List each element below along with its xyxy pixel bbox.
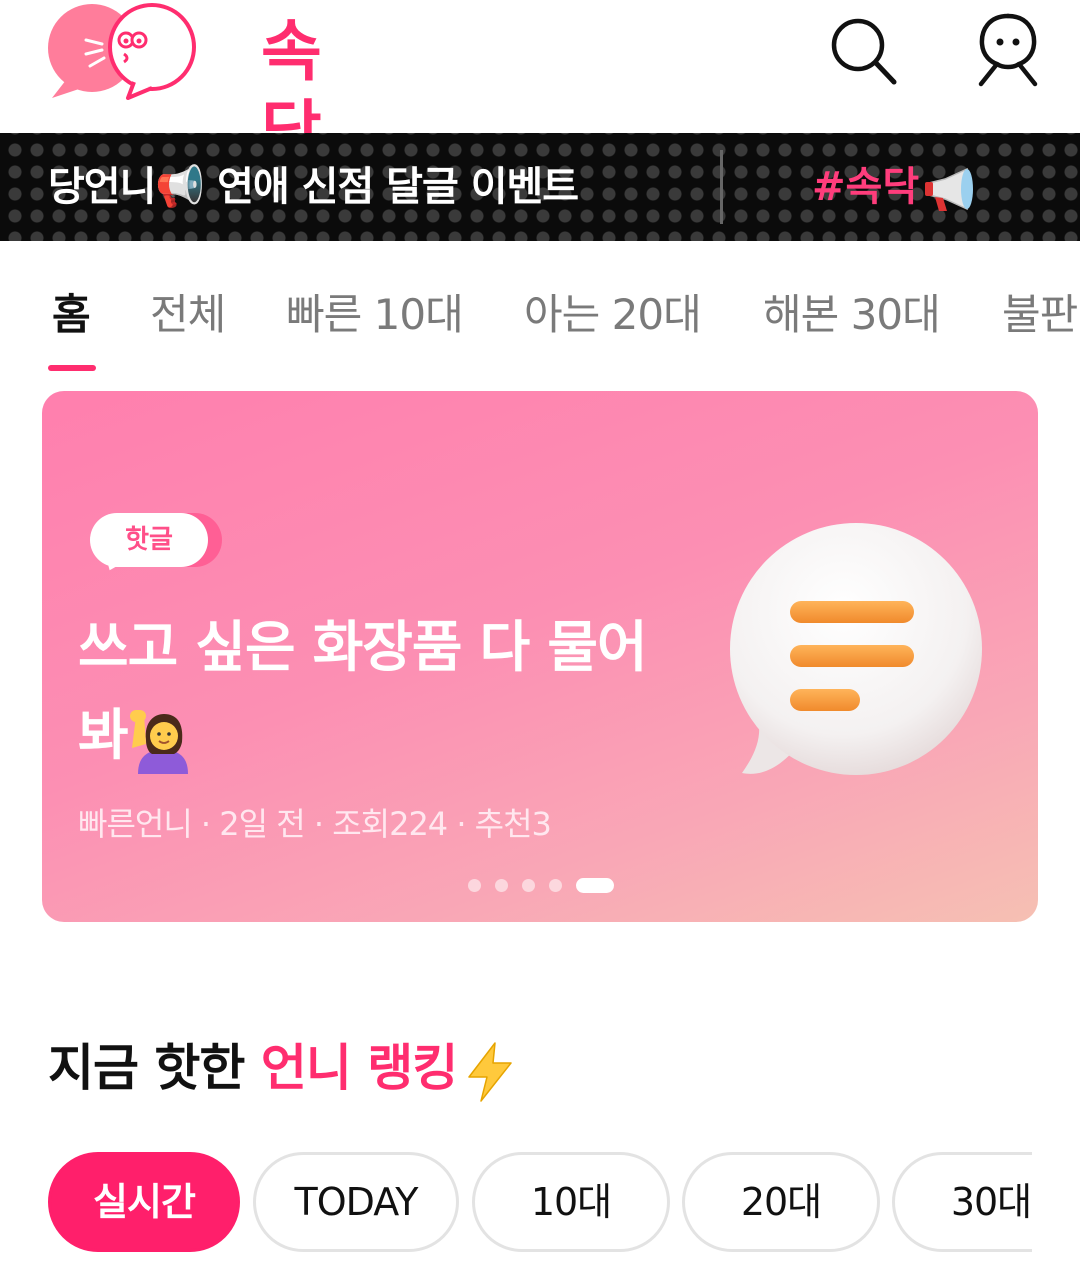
tab-thirties[interactable]: 해본 30대: [763, 281, 941, 342]
hero-title: 쓰고 싶은 화장품 다 물어 봐: [78, 603, 718, 779]
carousel-dot[interactable]: [468, 879, 481, 892]
speech-bubble-illustration-icon: [730, 523, 982, 775]
event-banner-tag: #속닥: [812, 133, 975, 241]
carousel-dot[interactable]: [549, 879, 562, 892]
chip-twenties[interactable]: 20대: [682, 1152, 880, 1252]
app-header: 속닥: [0, 0, 1080, 170]
carousel-dot[interactable]: [495, 879, 508, 892]
chip-teens[interactable]: 10대: [472, 1152, 670, 1252]
carousel-dot-active[interactable]: [576, 878, 614, 893]
raising-hand-emoji-icon: [129, 709, 188, 774]
tab-twenties[interactable]: 아는 20대: [524, 281, 702, 342]
logo-bubbles-icon: [48, 3, 196, 100]
lightning-bolt-icon: [468, 1041, 512, 1102]
chip-realtime[interactable]: 실시간: [48, 1152, 240, 1252]
chip-thirties[interactable]: 30대: [892, 1152, 1032, 1252]
ranking-filter-chips: 실시간 TODAY 10대 20대 30대: [0, 1152, 1032, 1254]
chip-today[interactable]: TODAY: [253, 1152, 459, 1252]
event-banner-divider: [720, 150, 723, 224]
event-banner-text: 당언니📢 연애 신점 달글 이벤트: [48, 164, 579, 210]
search-icon[interactable]: [828, 12, 898, 87]
tab-home[interactable]: 홈: [52, 281, 91, 342]
carousel-dot[interactable]: [522, 879, 535, 892]
megaphone-icon: [925, 167, 974, 211]
hot-post-badge: 핫글: [90, 513, 222, 575]
profile-icon[interactable]: [973, 12, 1043, 87]
ranking-section-title: 지금 핫한 언니 랭킹: [48, 1028, 517, 1103]
hero-card[interactable]: 핫글 쓰고 싶은 화장품 다 물어 봐 빠른언니 · 2일 전 · 조회224 …: [42, 391, 1038, 922]
category-tabs: 홈 전체 빠른 10대 아는 20대 해본 30대 불판: [0, 241, 1080, 381]
tab-teens[interactable]: 빠른 10대: [286, 281, 464, 342]
hero-post-meta: 빠른언니 · 2일 전 · 조회224 · 추천3: [78, 805, 552, 843]
tab-active-indicator: [48, 365, 96, 371]
tab-all[interactable]: 전체: [150, 281, 226, 342]
event-banner[interactable]: 당언니📢 연애 신점 달글 이벤트 #속닥: [0, 133, 1080, 241]
tab-live-board[interactable]: 불판: [1002, 281, 1078, 342]
app-logo[interactable]: 속닥: [46, 0, 346, 170]
